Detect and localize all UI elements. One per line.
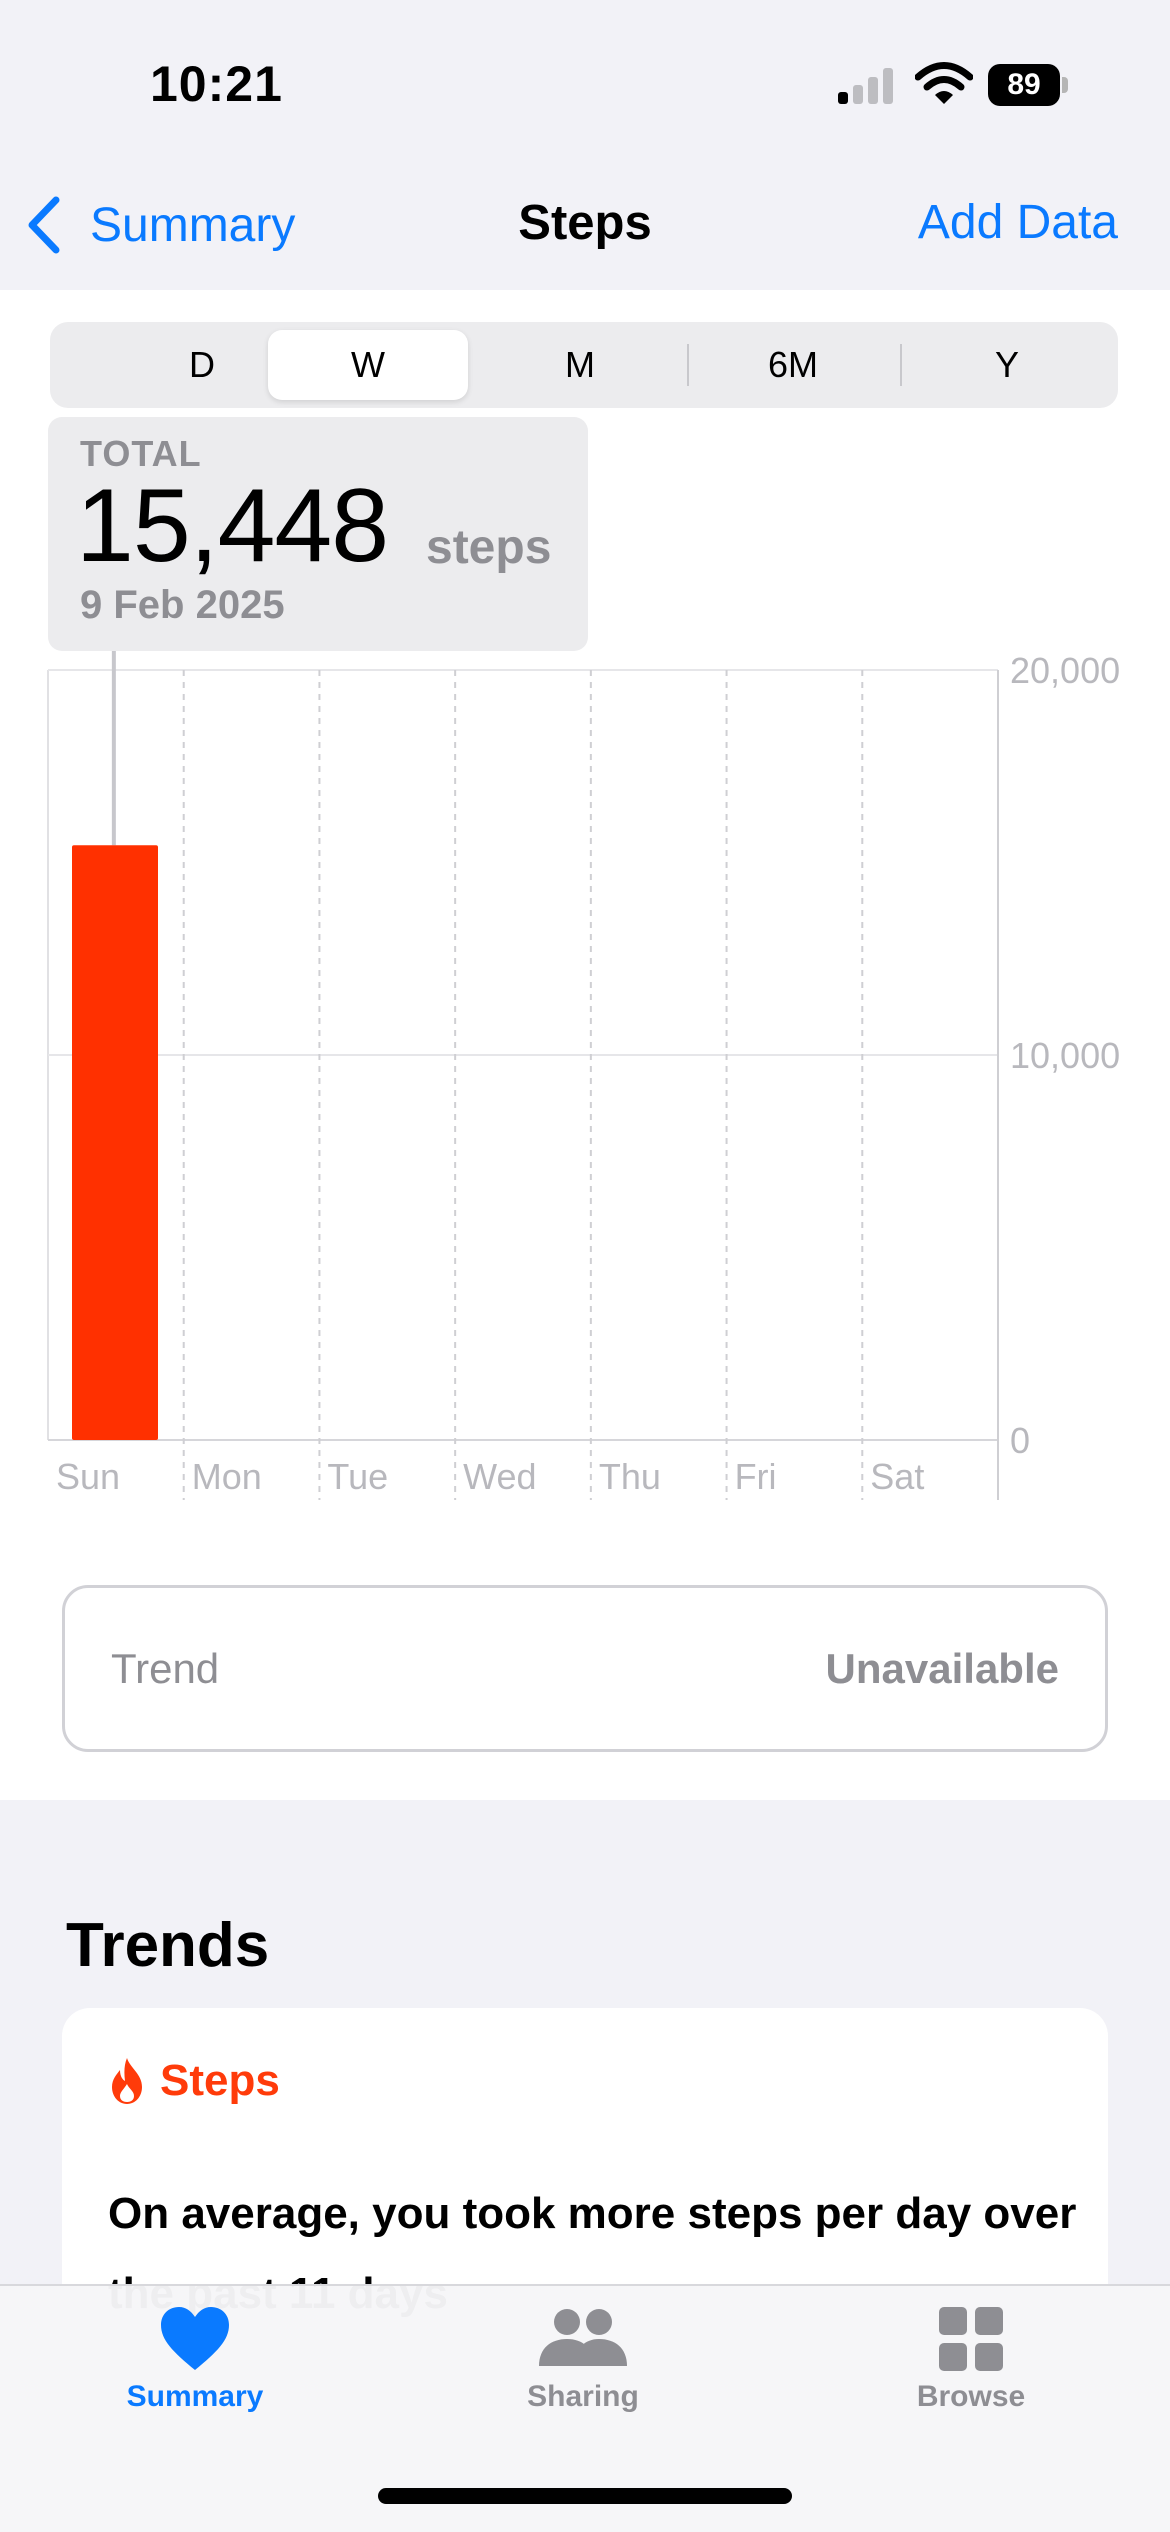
tab-summary[interactable]: Summary (65, 2286, 325, 2414)
flame-icon (112, 2058, 142, 2104)
y-tick-label: 0 (1010, 1420, 1030, 1461)
x-tick-label: Mon (192, 1456, 262, 1497)
range-option-w[interactable]: W (268, 330, 468, 400)
trends-heading: Trends (66, 1911, 270, 1980)
battery-level: 89 (988, 64, 1060, 106)
x-tick-label: Fri (735, 1456, 777, 1497)
battery-icon: 89 (988, 64, 1068, 108)
trends-tag: Steps (108, 2056, 280, 2106)
total-value: 15,448 (76, 468, 389, 584)
total-unit: steps (426, 521, 552, 574)
bar-sun (72, 845, 158, 1440)
trend-value: Unavailable (825, 1645, 1059, 1692)
tab-browse[interactable]: Browse (841, 2286, 1101, 2414)
wifi-icon (915, 62, 973, 104)
status-time: 10:21 (150, 56, 283, 112)
heart-icon (161, 2307, 229, 2370)
home-indicator (378, 2488, 792, 2504)
tab-sharing[interactable]: Sharing (453, 2286, 713, 2414)
x-tick-label: Tue (327, 1456, 388, 1497)
range-option-6m[interactable]: 6M (693, 330, 893, 400)
people-icon (539, 2309, 627, 2366)
grid-icon (939, 2307, 1003, 2371)
y-tick-label: 10,000 (1010, 1035, 1120, 1076)
time-range-selector: D W M 6M Y (50, 322, 1118, 408)
cellular-signal-icon (838, 68, 893, 104)
x-tick-label: Thu (599, 1456, 661, 1497)
selection-tooltip: TOTAL 15,448 steps 9 Feb 2025 (48, 417, 588, 651)
steps-chart[interactable]: 20,000 10,000 0 Sun Mon Tue Wed Thu Fri Sat (0, 640, 1170, 1520)
x-tick-label: Sun (56, 1456, 120, 1497)
tab-summary-label: Summary (126, 2380, 264, 2413)
trends-tag-label: Steps (160, 2056, 280, 2105)
trend-card[interactable]: Trend Unavailable (62, 1585, 1108, 1752)
tab-browse-label: Browse (916, 2380, 1026, 2413)
y-tick-label: 20,000 (1010, 650, 1120, 691)
tab-sharing-label: Sharing (527, 2380, 639, 2413)
range-option-m[interactable]: M (480, 330, 680, 400)
x-tick-label: Wed (463, 1456, 536, 1497)
selection-date: 9 Feb 2025 (80, 583, 285, 627)
range-option-y[interactable]: Y (907, 330, 1107, 400)
trend-label: Trend (111, 1645, 220, 1692)
x-tick-label: Sat (870, 1456, 924, 1497)
add-data-button[interactable]: Add Data (918, 195, 1118, 250)
